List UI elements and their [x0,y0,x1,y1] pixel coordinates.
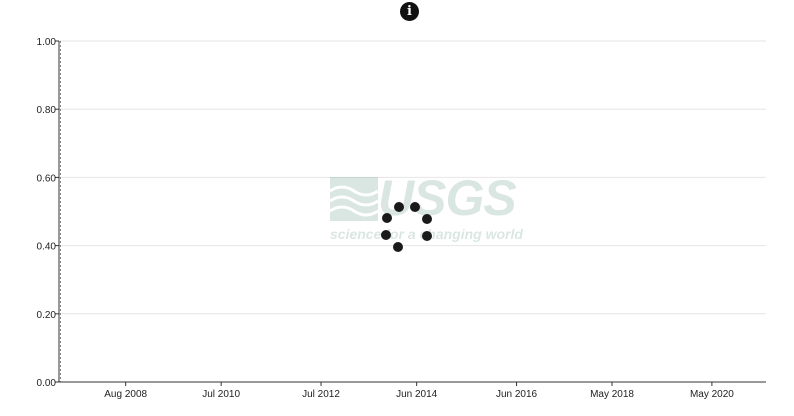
spinner-dot [382,213,392,223]
x-tick-label: May 2020 [690,389,734,400]
x-tick-label: Jun 2014 [396,389,438,400]
x-tick-label: Jun 2016 [496,389,538,400]
x-tick-label: Jul 2012 [302,389,340,400]
spinner-dot [394,202,404,212]
y-tick-label: 0.80 [37,105,57,116]
y-tick-label: 0.60 [37,173,57,184]
loading-spinner-icon [381,202,432,252]
spinner-dot [381,230,391,240]
x-tick-label: Jul 2010 [202,389,240,400]
spinner-dot [422,231,432,241]
info-icon[interactable]: i [400,2,419,21]
y-tick-label: 1.00 [37,37,57,48]
spinner-dot [410,202,420,212]
y-tick-label: 0.00 [37,378,57,389]
x-tick-label: Aug 2008 [104,389,147,400]
spinner-dot [422,214,432,224]
info-glyph: i [407,4,412,19]
y-tick-label: 0.20 [37,310,57,321]
spinner-dot [393,242,403,252]
y-tick-label: 0.40 [37,242,57,253]
x-tick-label: May 2018 [590,389,634,400]
